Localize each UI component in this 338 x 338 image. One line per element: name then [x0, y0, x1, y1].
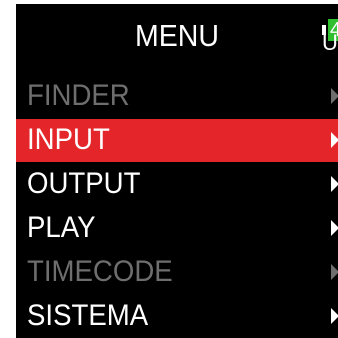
menu-item-sistema[interactable]: SISTEMA: [16, 295, 338, 338]
power-source: USB: [322, 30, 338, 55]
device-screen: MENU 4.9 USB FINDER INPUT OUTPUT PLAY TI…: [16, 4, 338, 338]
menu-item-play[interactable]: PLAY: [16, 207, 338, 250]
menu-item-input[interactable]: INPUT: [16, 119, 338, 162]
menu-item-finder: FINDER: [16, 75, 338, 118]
chevron-right-icon: [331, 88, 338, 104]
title-bar: MENU 4.9 USB: [16, 4, 338, 72]
menu-item-label: OUTPUT: [27, 167, 141, 200]
chevron-right-icon: [331, 220, 338, 236]
menu-item-label: PLAY: [27, 211, 96, 244]
menu-list: FINDER INPUT OUTPUT PLAY TIMECODE SISTEM…: [16, 75, 338, 338]
chevron-right-icon: [331, 132, 338, 148]
menu-item-timecode: TIMECODE: [16, 251, 338, 294]
chevron-right-icon: [331, 176, 338, 192]
menu-item-label: SISTEMA: [27, 299, 149, 332]
chevron-right-icon: [331, 308, 338, 324]
menu-item-label: TIMECODE: [27, 255, 173, 288]
menu-item-label: INPUT: [27, 123, 110, 156]
page-title: MENU: [135, 18, 219, 53]
menu-item-output[interactable]: OUTPUT: [16, 163, 338, 206]
menu-item-label: FINDER: [27, 79, 130, 112]
chevron-right-icon: [331, 264, 338, 280]
